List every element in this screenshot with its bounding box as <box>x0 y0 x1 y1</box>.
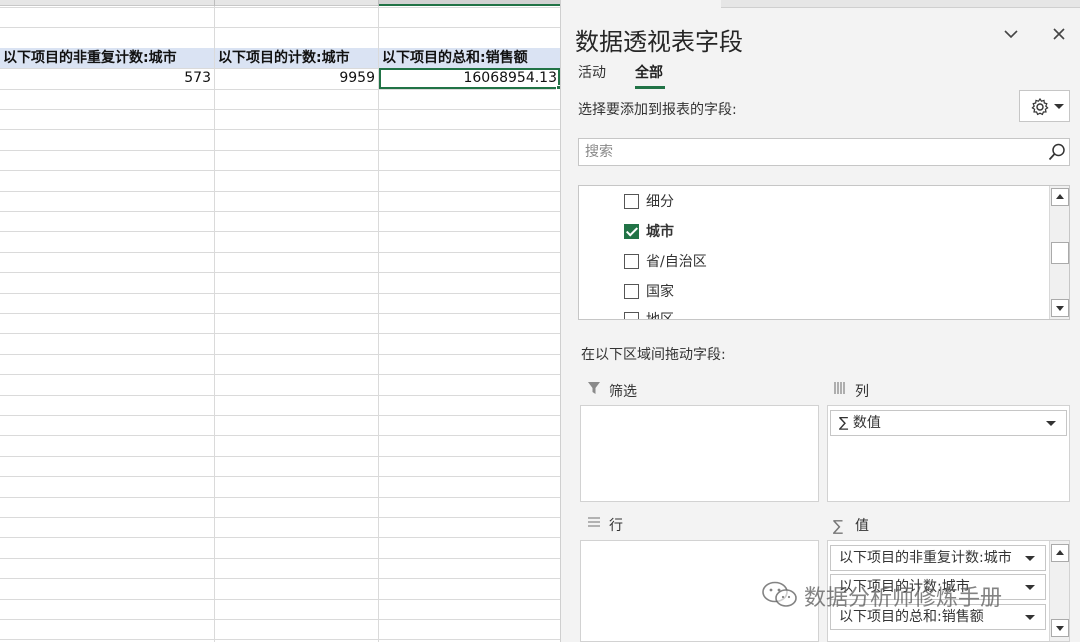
columns-chip-values[interactable]: ∑ 数值 <box>830 410 1067 436</box>
field-list-scrollbar[interactable] <box>1049 186 1069 319</box>
field-checkbox[interactable] <box>624 254 639 269</box>
chevron-down-icon[interactable] <box>999 24 1023 48</box>
grid-row-line <box>0 293 560 294</box>
column-header-strip[interactable] <box>0 0 560 6</box>
active-tab-underline <box>635 86 665 89</box>
grid-row-line <box>0 476 560 477</box>
grid-row-line <box>0 435 560 436</box>
field-label: 地区 <box>646 312 674 320</box>
grid-row-line <box>0 89 560 90</box>
field-search-box[interactable] <box>578 138 1070 166</box>
wechat-icon <box>762 581 797 607</box>
grid-row-line <box>0 191 560 192</box>
chip-dropdown-icon[interactable] <box>1025 615 1035 620</box>
value-cell-count[interactable]: 9959 <box>215 68 378 88</box>
grid-row-line <box>0 639 560 640</box>
field-checkbox-checked[interactable] <box>624 224 639 239</box>
grid-row-line <box>0 231 560 232</box>
grid-row-line <box>0 578 560 579</box>
values-area-label: 值 <box>855 518 869 534</box>
sigma-icon: ∑ <box>839 415 853 431</box>
grid-row-line <box>0 170 560 171</box>
columns-icon <box>833 381 849 403</box>
scroll-up-button[interactable] <box>1051 544 1069 562</box>
grid-row-line <box>0 109 560 110</box>
sigma-icon: ∑ <box>833 517 844 535</box>
active-column-header[interactable] <box>379 0 560 6</box>
field-checkbox[interactable] <box>624 194 639 209</box>
rows-area-label: 行 <box>609 518 623 534</box>
grid-row-line <box>0 517 560 518</box>
pane-top-strip <box>721 0 1080 8</box>
values-area-scrollbar[interactable] <box>1049 541 1069 641</box>
scroll-down-button[interactable] <box>1051 299 1069 317</box>
gear-icon <box>1031 97 1049 116</box>
grid-row-line <box>0 313 560 314</box>
grid-row-line <box>0 7 560 8</box>
grid-row-line <box>0 599 560 600</box>
filter-area-box[interactable] <box>580 405 819 502</box>
selected-cell-border <box>379 68 560 89</box>
grid-row-line <box>0 27 560 28</box>
chip-dropdown-icon[interactable] <box>1025 556 1035 561</box>
filter-icon <box>587 381 603 403</box>
tab-all-fields[interactable]: 全部 <box>635 62 663 82</box>
grid-row-line <box>0 537 560 538</box>
chip-dropdown-icon[interactable] <box>1046 421 1056 426</box>
field-checkbox[interactable] <box>624 284 639 299</box>
field-label: 城市 <box>646 224 674 240</box>
grid-row-line <box>0 619 560 620</box>
grid-column-line <box>214 6 215 642</box>
scroll-thumb[interactable] <box>1051 242 1069 264</box>
header-cell-sum[interactable]: 以下项目的总和:销售额 <box>379 48 560 68</box>
scroll-up-button[interactable] <box>1051 188 1069 206</box>
grid-row-line <box>0 354 560 355</box>
caret-down-icon <box>1054 104 1064 109</box>
chip-dropdown-icon[interactable] <box>1025 585 1035 590</box>
grid-row-line <box>0 129 560 130</box>
header-cell-distinct-count[interactable]: 以下项目的非重复计数:城市 <box>0 48 214 68</box>
field-label: 细分 <box>646 194 674 210</box>
grid-row-line <box>0 374 560 375</box>
grid-row-line <box>0 150 560 151</box>
grid-column-line <box>378 6 379 642</box>
field-label: 省/自治区 <box>646 254 707 270</box>
choose-fields-label: 选择要添加到报表的字段: <box>578 102 737 118</box>
drag-fields-label: 在以下区域间拖动字段: <box>581 347 726 363</box>
rows-icon <box>587 515 603 537</box>
grid-row-line <box>0 272 560 273</box>
columns-area-box[interactable]: ∑ 数值 <box>827 405 1070 502</box>
grid-row-line <box>0 395 560 396</box>
watermark-text: 数据分析师修炼手册 <box>804 586 1003 611</box>
filter-area-label: 筛选 <box>609 384 637 400</box>
search-icon[interactable] <box>1047 142 1067 162</box>
tab-active-fields[interactable]: 活动 <box>578 62 606 82</box>
pane-title: 数据透视表字段 <box>575 28 743 56</box>
chip-label: 以下项目的非重复计数:城市 <box>839 550 1012 566</box>
close-icon[interactable] <box>1047 24 1071 48</box>
field-checkbox[interactable] <box>624 312 639 319</box>
field-list[interactable]: 细分 城市 省/自治区 国家 地区 <box>578 185 1070 320</box>
grid-row-line <box>0 558 560 559</box>
grid-row-line <box>0 211 560 212</box>
columns-area-label: 列 <box>855 384 869 400</box>
search-input[interactable] <box>579 139 1039 165</box>
header-cell-count[interactable]: 以下项目的计数:城市 <box>215 48 378 68</box>
spreadsheet-grid[interactable]: 以下项目的非重复计数:城市 以下项目的计数:城市 以下项目的总和:销售额 573… <box>0 0 560 642</box>
field-label: 国家 <box>646 284 674 300</box>
grid-row-line <box>0 497 560 498</box>
field-settings-button[interactable] <box>1019 90 1070 122</box>
scroll-down-button[interactable] <box>1051 619 1069 637</box>
grid-row-line <box>0 415 560 416</box>
grid-row-line <box>0 252 560 253</box>
values-chip-distinct-count[interactable]: 以下项目的非重复计数:城市 <box>830 545 1046 571</box>
grid-row-line <box>0 456 560 457</box>
grid-row-line <box>0 333 560 334</box>
pivot-field-pane: 数据透视表字段 活动 全部 选择要添加到报表的字段: 细分 城市 <box>560 0 1080 642</box>
chip-label: 数值 <box>852 415 881 431</box>
value-cell-distinct-count[interactable]: 573 <box>0 68 214 88</box>
